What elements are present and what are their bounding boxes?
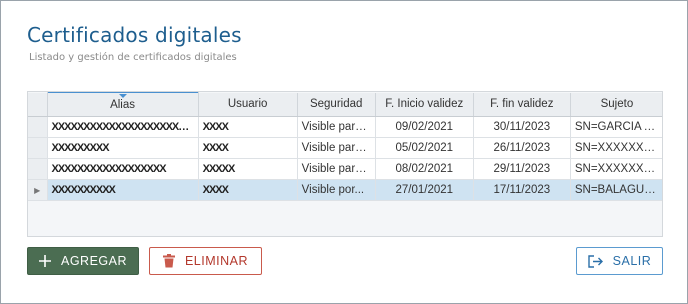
cell-sujeto: SN=BALAGUE... — [570, 179, 662, 201]
column-header-alias[interactable]: Alias — [47, 92, 199, 117]
cell-fin-validez: 29/11/2023 — [473, 158, 571, 180]
page-title: Certificados digitales — [27, 23, 242, 47]
table-row[interactable]: XXXXXXXXXXXXXXXXXX XXXXX Visible para... 08… — [28, 158, 662, 180]
certificates-dialog: Certificados digitales Listado y gestión… — [0, 0, 688, 304]
cell-alias: XXXXXXXXXXXXXXXXXX — [47, 158, 199, 180]
exit-button[interactable]: SALIR — [576, 247, 663, 275]
add-button-label: AGREGAR — [60, 254, 127, 268]
cell-seguridad: Visible para... — [297, 137, 376, 159]
column-header-usuario[interactable]: Usuario — [198, 92, 298, 117]
exit-icon — [587, 254, 603, 268]
cell-sujeto: SN=XXXXXXXXX — [570, 158, 662, 180]
cell-alias: XXXXXXXXXXXXXXXXXXXXXXX — [47, 116, 199, 138]
table-row[interactable]: ▶ XXXXXXXXXX XXXX Visible por... 27/01/2021 1… — [28, 179, 662, 201]
cell-fin-validez: 30/11/2023 — [473, 116, 571, 138]
add-button[interactable]: AGREGAR — [27, 247, 139, 275]
row-indicator — [28, 137, 48, 159]
column-header-fin-validez[interactable]: F. fin validez — [473, 92, 571, 117]
table-header-row: Alias Usuario Seguridad F. Inicio valide… — [28, 92, 662, 117]
cell-usuario: XXXX — [198, 179, 298, 201]
cell-sujeto: SN=GARCIA A... — [570, 116, 662, 138]
certificates-grid[interactable]: Alias Usuario Seguridad F. Inicio valide… — [27, 91, 663, 237]
plus-icon — [38, 255, 51, 267]
cell-alias: XXXXXXXXX — [47, 137, 199, 159]
exit-button-label: SALIR — [612, 254, 652, 268]
cell-usuario: XXXX — [198, 137, 298, 159]
cell-inicio-validez: 09/02/2021 — [375, 116, 474, 138]
table-row[interactable]: XXXXXXXXXXXXXXXXXXXXXXX XXXX Visible para.… — [28, 116, 662, 138]
cell-inicio-validez: 27/01/2021 — [375, 179, 474, 201]
row-indicator — [28, 158, 48, 180]
trash-icon — [162, 254, 175, 268]
column-header-inicio-validez[interactable]: F. Inicio validez — [375, 92, 474, 117]
cell-inicio-validez: 08/02/2021 — [375, 158, 474, 180]
cell-seguridad: Visible para... — [297, 116, 376, 138]
cell-fin-validez: 17/11/2023 — [473, 179, 571, 201]
table-row[interactable]: XXXXXXXXX XXXX Visible para... 05/02/2021 26… — [28, 137, 662, 159]
cell-seguridad: Visible por... — [297, 179, 376, 201]
delete-button[interactable]: ELIMINAR — [149, 247, 262, 275]
row-indicator-header — [28, 92, 48, 117]
triangle-right-icon: ▶ — [28, 179, 48, 201]
cell-fin-validez: 26/11/2023 — [473, 137, 571, 159]
cell-usuario: XXXX — [198, 116, 298, 138]
delete-button-label: ELIMINAR — [184, 254, 249, 268]
cell-inicio-validez: 05/02/2021 — [375, 137, 474, 159]
cell-alias: XXXXXXXXXX — [47, 179, 199, 201]
column-header-sujeto[interactable]: Sujeto — [570, 92, 662, 117]
page-subtitle: Listado y gestión de certificados digita… — [29, 52, 237, 63]
cell-usuario: XXXXX — [198, 158, 298, 180]
column-header-seguridad[interactable]: Seguridad — [297, 92, 376, 117]
certificates-table: Alias Usuario Seguridad F. Inicio valide… — [28, 92, 662, 201]
cell-sujeto: SN=XXXXXXXXX — [570, 137, 662, 159]
row-indicator — [28, 116, 48, 138]
cell-seguridad: Visible para... — [297, 158, 376, 180]
